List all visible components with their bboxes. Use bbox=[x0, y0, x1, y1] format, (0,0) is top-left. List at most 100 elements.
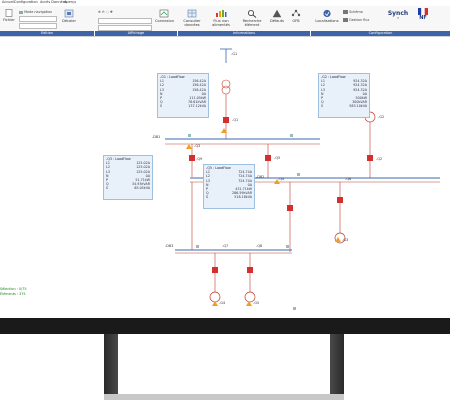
status-bar: Sélection : 0/75 Éléments : 375 bbox=[0, 287, 27, 297]
localisations-label: Localisations bbox=[315, 19, 339, 23]
search-icon bbox=[248, 10, 257, 18]
q6-breaker[interactable] bbox=[337, 197, 343, 203]
loadflow-row: S 137.12kVA bbox=[160, 104, 206, 109]
nav-arrow-icon[interactable] bbox=[293, 307, 296, 310]
q4-breaker[interactable] bbox=[265, 155, 271, 161]
group-configuration: Configuration bbox=[311, 31, 450, 36]
schema-label: Schéma bbox=[349, 10, 363, 14]
fichier-button[interactable]: Fichier bbox=[2, 9, 16, 22]
schema-button[interactable]: Schéma bbox=[343, 10, 363, 14]
nav-arrow-icon[interactable] bbox=[188, 134, 191, 137]
menu-item-acces-donnees[interactable]: Accès Données bbox=[40, 0, 67, 4]
data-grid-icon bbox=[187, 9, 197, 18]
nf-label: NF bbox=[419, 15, 427, 21]
q6-label: -Q6 bbox=[345, 177, 352, 181]
q2-breaker[interactable] bbox=[367, 155, 373, 161]
nav-arrow-icon[interactable] bbox=[297, 173, 300, 176]
menu-item-accueil[interactable]: Accueil bbox=[2, 0, 15, 4]
loadflow-row: S 518.18kVA bbox=[206, 195, 252, 200]
gestion-flux-button[interactable]: Gestion flux bbox=[343, 18, 369, 22]
g1-transformer-bottom[interactable] bbox=[221, 85, 231, 95]
loadflow-box-q5[interactable]: -Q5 : LoadFlow L1 724.74A L2 724.74A L3 724… bbox=[203, 164, 255, 209]
synch-button[interactable]: Synch ▾ bbox=[386, 11, 410, 21]
q5-breaker[interactable] bbox=[287, 205, 293, 211]
localisations-button[interactable]: Localisations bbox=[314, 9, 340, 23]
group-edition: Edition bbox=[0, 31, 94, 36]
navigation-field-2[interactable] bbox=[19, 23, 57, 29]
zoom-tools[interactable]: ⊕ ⊖ ◌ ✥ bbox=[98, 10, 113, 14]
loadflow-box-g2[interactable]: -G2 : LoadFlow L1 924.32A L2 924.32A L3 924… bbox=[318, 73, 370, 118]
zoom-out-icon[interactable]: ⊖ bbox=[102, 10, 105, 14]
db2-label: -DB2 bbox=[256, 175, 265, 179]
bar-chart-icon bbox=[216, 10, 227, 17]
zoom-fit-icon[interactable]: ◌ bbox=[106, 10, 109, 14]
location-icon bbox=[323, 9, 331, 18]
fichier-label: Fichier bbox=[3, 18, 15, 22]
flux-non-alimentes-label: Flux non alimentés bbox=[212, 19, 230, 27]
language-button[interactable]: NF bbox=[416, 8, 430, 21]
navigation-icon bbox=[19, 10, 23, 14]
q3-label: -Q3 bbox=[194, 144, 201, 148]
nav-arrow-icon[interactable] bbox=[196, 245, 199, 248]
q2-label: -Q2 bbox=[376, 157, 383, 161]
warning-icon bbox=[272, 9, 282, 18]
q9-label: -Q9 bbox=[196, 157, 203, 161]
q1-label: -Q1 bbox=[232, 118, 239, 122]
monitor-bezel bbox=[0, 318, 450, 334]
consulter-donnees-button[interactable]: Consulter données bbox=[178, 9, 206, 27]
recherche-element-button[interactable]: Recherche élément bbox=[238, 9, 266, 27]
q7-breaker[interactable] bbox=[212, 267, 218, 273]
menu-item-apercu[interactable]: Aperçu bbox=[64, 0, 76, 4]
loadflow-row: S 583.10kVA bbox=[321, 104, 367, 109]
nav-arrow-icon[interactable] bbox=[286, 245, 289, 248]
zoom-in-icon[interactable]: ⊕ bbox=[98, 10, 101, 14]
recherche-element-label: Recherche élément bbox=[242, 19, 262, 27]
connection-icon bbox=[159, 9, 169, 18]
file-icon bbox=[5, 9, 13, 17]
loadflow-row: S 65.05kVA bbox=[106, 186, 150, 191]
g3-label: -G3 bbox=[342, 238, 349, 242]
network-icon bbox=[291, 9, 301, 17]
warning-icon bbox=[186, 144, 192, 149]
q8-breaker[interactable] bbox=[247, 267, 253, 273]
q3-breaker[interactable] bbox=[189, 155, 195, 161]
warning-icon bbox=[335, 237, 341, 242]
shift-icon bbox=[64, 9, 74, 18]
gestion-flux-label: Gestion flux bbox=[349, 18, 370, 22]
flag-france-icon bbox=[418, 8, 428, 15]
status-elements: Éléments : 375 bbox=[0, 292, 26, 296]
connexion-button[interactable]: Connexion bbox=[155, 9, 175, 23]
monitor-stand-inner bbox=[118, 334, 330, 394]
pan-icon[interactable]: ✥ bbox=[110, 10, 113, 14]
g4-label: -G4 bbox=[219, 301, 226, 305]
application-window: Accueil Configuration Accès Données Aper… bbox=[0, 0, 450, 318]
defauts-button[interactable]: Défauts bbox=[268, 9, 286, 23]
diagram-canvas[interactable]: -DB1 -DB2 -DB3 -G1 -Q1 -Q3 -Q4 -Q5 -Q6 -… bbox=[0, 37, 450, 318]
gfb-button[interactable]: GFB bbox=[289, 9, 303, 23]
mode-navigation-label: Mode navigation bbox=[24, 10, 53, 14]
decaler-label: Décaler bbox=[62, 19, 76, 23]
loadflow-box-g1[interactable]: -G1 : LoadFlow L1 156.42A L2 156.42A L3 156… bbox=[157, 73, 209, 118]
mode-navigation-button[interactable]: Mode navigation bbox=[19, 10, 52, 14]
monitor-stand-base bbox=[104, 394, 344, 400]
g1-label: -G1 bbox=[231, 52, 238, 56]
navigation-field[interactable] bbox=[19, 16, 57, 22]
group-affichage: Affichage bbox=[95, 31, 177, 36]
display-select[interactable] bbox=[98, 18, 152, 24]
q7-label: -Q7 bbox=[222, 244, 229, 248]
flux-non-alimentes-button[interactable]: Flux non alimentés bbox=[208, 9, 234, 27]
db1-label: -DB1 bbox=[152, 135, 161, 139]
q4-label: -Q4 bbox=[278, 177, 285, 181]
db3-label: -DB3 bbox=[165, 244, 174, 248]
g2-label: -G2 bbox=[378, 115, 385, 119]
nav-arrow-icon[interactable] bbox=[290, 134, 293, 137]
flow-icon bbox=[343, 18, 348, 22]
menu-item-configuration[interactable]: Configuration bbox=[14, 0, 38, 4]
decaler-button[interactable]: Décaler bbox=[62, 9, 76, 23]
q1-breaker[interactable] bbox=[223, 117, 229, 123]
loadflow-box-q3[interactable]: -Q3 : LoadFlow L1 125.02A L2 125.02A L3 125… bbox=[103, 155, 153, 200]
connexion-label: Connexion bbox=[155, 19, 175, 23]
schema-icon bbox=[343, 10, 348, 14]
q5-label: -Q5 bbox=[274, 156, 281, 160]
consulter-donnees-label: Consulter données bbox=[183, 19, 201, 27]
